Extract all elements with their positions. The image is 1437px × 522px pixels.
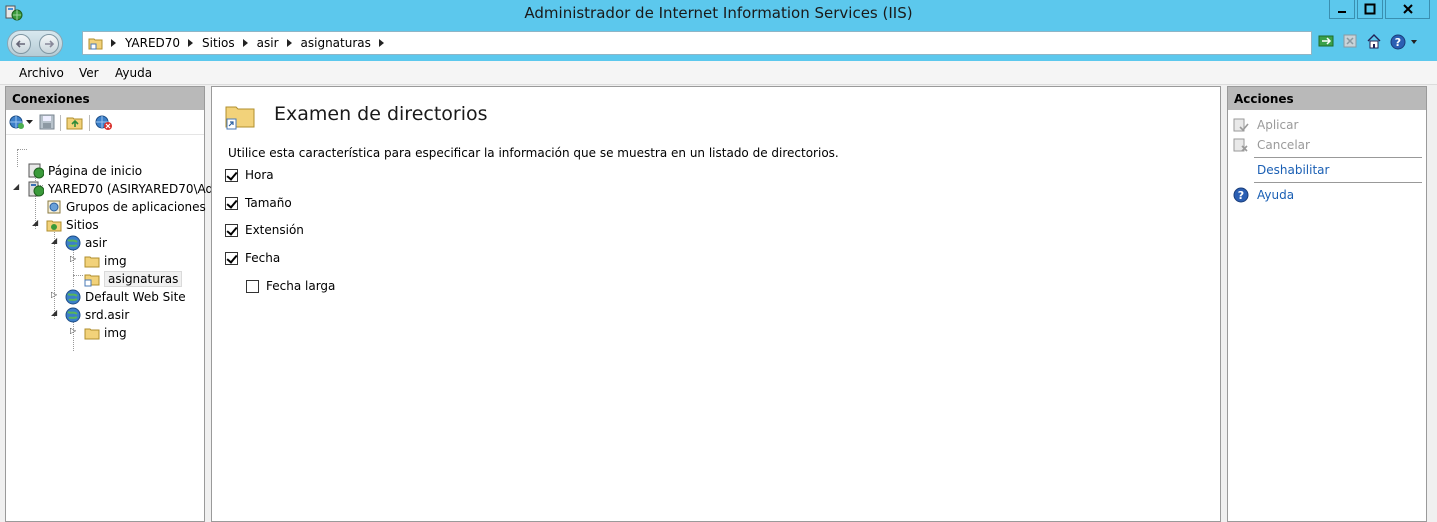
back-button[interactable] bbox=[11, 34, 31, 54]
tree-item-srd-img[interactable]: img bbox=[84, 324, 127, 342]
tree-item-asir-img[interactable]: img bbox=[84, 252, 127, 270]
collapse-sites-toggle[interactable]: ◢ bbox=[32, 218, 38, 227]
action-help[interactable]: ? Ayuda bbox=[1228, 185, 1424, 205]
checkbox-fecha-box[interactable] bbox=[225, 251, 238, 265]
connect-button[interactable] bbox=[9, 114, 33, 130]
forward-arrow-icon bbox=[45, 40, 55, 48]
virtual-directory-icon bbox=[84, 274, 100, 287]
checkbox-tamano[interactable]: Tamaño bbox=[225, 196, 292, 210]
up-level-button[interactable] bbox=[66, 114, 84, 133]
connections-panel: Conexiones Página de inicio ◢ YARED70 (A… bbox=[5, 86, 225, 522]
feature-description: Utilice esta característica para especif… bbox=[228, 146, 839, 160]
globe-icon bbox=[65, 307, 81, 323]
maximize-icon bbox=[1364, 3, 1376, 15]
breadcrumb: YARED70 Sitios asir asignaturas bbox=[111, 36, 393, 50]
folder-icon bbox=[84, 328, 100, 340]
close-button[interactable] bbox=[1385, 0, 1430, 19]
navigation-bar: YARED70 Sitios asir asignaturas ? bbox=[0, 27, 1437, 61]
globe-connect-icon bbox=[9, 115, 24, 129]
tree-item-start-page[interactable]: Página de inicio bbox=[28, 162, 142, 180]
connections-header: Conexiones bbox=[6, 87, 204, 110]
checkbox-fecha-larga-box[interactable] bbox=[246, 279, 259, 293]
folder-up-icon bbox=[66, 117, 83, 130]
tree-item-server[interactable]: YARED70 (ASIRYARED70\Adm bbox=[28, 180, 225, 198]
action-cancel[interactable]: Cancelar bbox=[1228, 135, 1424, 155]
tree-item-sites[interactable]: Sitios bbox=[46, 216, 99, 234]
help-icon: ? bbox=[1233, 187, 1249, 206]
checkbox-fecha-larga[interactable]: Fecha larga bbox=[246, 279, 335, 293]
disconnect-button[interactable] bbox=[95, 114, 113, 133]
globe-icon bbox=[65, 289, 81, 305]
back-arrow-icon bbox=[15, 40, 25, 48]
menu-ayuda[interactable]: Ayuda bbox=[115, 66, 152, 80]
svg-text:?: ? bbox=[1238, 189, 1244, 202]
stop-icon[interactable] bbox=[1342, 33, 1358, 52]
close-icon bbox=[1402, 4, 1413, 14]
collapse-server-toggle[interactable]: ◢ bbox=[13, 182, 19, 191]
svg-text:?: ? bbox=[1395, 36, 1401, 49]
crumb-asignaturas[interactable]: asignaturas bbox=[301, 36, 371, 50]
crumb-asir[interactable]: asir bbox=[257, 36, 279, 50]
refresh-icon[interactable] bbox=[1318, 33, 1334, 52]
actions-header: Acciones bbox=[1228, 87, 1426, 110]
title-bar: Administrador de Internet Information Se… bbox=[0, 0, 1437, 27]
apply-icon bbox=[1233, 117, 1249, 136]
checkbox-fecha[interactable]: Fecha bbox=[225, 251, 280, 265]
action-apply[interactable]: Aplicar bbox=[1228, 115, 1424, 135]
checkbox-extension-box[interactable] bbox=[225, 223, 238, 237]
window-title: Administrador de Internet Information Se… bbox=[524, 4, 913, 22]
server-icon bbox=[28, 181, 44, 197]
actions-panel: Acciones Aplicar Cancelar Deshabilitar ?… bbox=[1227, 86, 1427, 522]
app-pools-icon bbox=[47, 200, 61, 214]
expand-img-toggle[interactable]: ▷ bbox=[70, 254, 76, 263]
crumb-sites[interactable]: Sitios bbox=[202, 36, 235, 50]
collapse-srd-toggle[interactable]: ◢ bbox=[51, 308, 57, 317]
sites-folder-icon bbox=[46, 220, 62, 232]
globe-disconnect-icon bbox=[95, 115, 112, 130]
home-icon[interactable] bbox=[1366, 33, 1382, 52]
connections-tree: Página de inicio ◢ YARED70 (ASIRYARED70\… bbox=[6, 135, 225, 515]
checkbox-extension[interactable]: Extensión bbox=[225, 223, 304, 237]
tree-item-app-pools[interactable]: Grupos de aplicaciones bbox=[46, 198, 206, 216]
tree-item-asignaturas[interactable]: asignaturas bbox=[84, 270, 183, 288]
menu-ver[interactable]: Ver bbox=[79, 66, 99, 80]
help-dropdown-icon[interactable]: ? bbox=[1390, 34, 1418, 50]
actions-separator bbox=[1254, 157, 1422, 158]
actions-separator bbox=[1254, 182, 1422, 183]
checkbox-tamano-box[interactable] bbox=[225, 196, 238, 210]
menu-bar: Archivo Ver Ayuda bbox=[0, 61, 1437, 85]
nav-toolbar: ? bbox=[1318, 31, 1418, 53]
folder-icon bbox=[84, 256, 100, 268]
folder-icon bbox=[88, 35, 104, 54]
right-edge-scroll bbox=[1431, 86, 1437, 522]
checkbox-hora-box[interactable] bbox=[225, 168, 238, 182]
minimize-icon bbox=[1338, 11, 1346, 13]
nav-buttons bbox=[7, 30, 63, 57]
chevron-down-icon bbox=[1411, 40, 1417, 44]
feature-panel: Examen de directorios Utilice esta carac… bbox=[211, 86, 1221, 522]
forward-button[interactable] bbox=[39, 34, 59, 54]
tree-item-default-web-site[interactable]: Default Web Site bbox=[65, 288, 186, 306]
tree-item-asir[interactable]: asir bbox=[65, 234, 107, 252]
minimize-button[interactable] bbox=[1329, 0, 1355, 19]
directory-browsing-icon bbox=[224, 99, 256, 134]
collapse-asir-toggle[interactable]: ◢ bbox=[51, 236, 57, 245]
expand-srd-img-toggle[interactable]: ▷ bbox=[70, 326, 76, 335]
save-icon bbox=[39, 114, 55, 130]
connections-toolbar bbox=[6, 110, 204, 135]
save-button[interactable] bbox=[39, 114, 55, 133]
expand-default-site-toggle[interactable]: ▷ bbox=[51, 290, 57, 299]
address-bar[interactable]: YARED70 Sitios asir asignaturas bbox=[82, 31, 1312, 55]
chevron-down-icon bbox=[26, 120, 33, 124]
tree-item-srd-asir[interactable]: srd.asir bbox=[65, 306, 129, 324]
start-page-icon bbox=[28, 163, 44, 179]
checkbox-hora[interactable]: Hora bbox=[225, 168, 274, 182]
globe-icon bbox=[65, 235, 81, 251]
page-title: Examen de directorios bbox=[274, 103, 488, 125]
maximize-button[interactable] bbox=[1357, 0, 1383, 19]
crumb-server[interactable]: YARED70 bbox=[125, 36, 180, 50]
cancel-icon bbox=[1233, 137, 1249, 156]
menu-archivo[interactable]: Archivo bbox=[19, 66, 64, 80]
action-disable[interactable]: Deshabilitar bbox=[1228, 160, 1424, 180]
